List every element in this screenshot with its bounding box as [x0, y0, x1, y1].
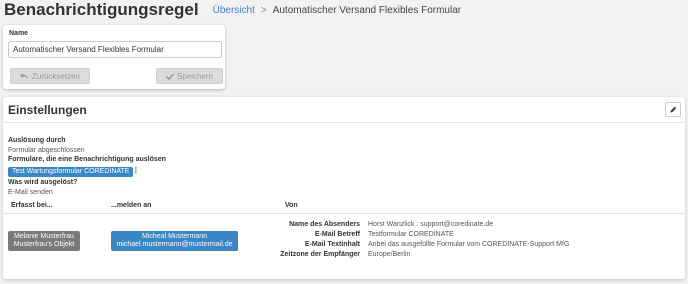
name-input[interactable] — [8, 41, 222, 58]
name-card: Name Zurücksetzen Speichern — [3, 25, 225, 89]
reset-button[interactable]: Zurücksetzen — [10, 68, 90, 84]
page-title: Benachrichtigungsregel — [4, 0, 199, 19]
breadcrumb-current: Automatischer Versand Flexibles Formular — [272, 4, 462, 16]
action-label: Was wird ausgelöst? — [8, 179, 78, 186]
detail-key-body: E-Mail Textinhalt — [304, 241, 360, 248]
settings-title: Einstellungen — [8, 103, 87, 117]
settings-panel: Einstellungen Auslösung durch Formular a… — [3, 97, 685, 279]
recorded-by-object: Musterfrau's Objekt — [13, 241, 75, 248]
trigger-label: Auslösung durch — [8, 137, 66, 144]
notify-chip[interactable]: Micheal Mustermann michael.mustermann@mu… — [111, 231, 238, 251]
page-header: Benachrichtigungsregel Übersicht > Autom… — [4, 0, 461, 20]
edit-button[interactable] — [665, 102, 681, 117]
text-cursor: | — [135, 167, 137, 174]
detail-value-subject: Testformular COREDINATE — [368, 231, 454, 238]
detail-key-sender: Name des Absenders — [289, 221, 360, 228]
recorded-by-chip[interactable]: Melanie Musterfrau Musterfrau's Objekt — [8, 231, 80, 251]
recorded-by-name: Melanie Musterfrau — [14, 233, 74, 240]
breadcrumb-overview-link[interactable]: Übersicht — [213, 5, 255, 16]
pencil-icon — [670, 106, 676, 113]
panel-divider — [3, 122, 685, 123]
column-header-notify: ...melden an — [111, 202, 152, 209]
reset-button-label: Zurücksetzen — [31, 71, 81, 81]
column-header-recorded-by: Erfasst bei... — [11, 202, 53, 209]
undo-arrow-icon — [19, 72, 28, 79]
breadcrumb-separator: > — [260, 4, 267, 16]
checkmark-icon — [165, 72, 174, 80]
forms-label: Formulare, die eine Benachrichtigung aus… — [8, 156, 166, 163]
detail-value-timezone: Europe/Berlin — [368, 251, 411, 258]
detail-value-sender: Horst Wanzlick : support@coredinate.de — [368, 221, 494, 228]
notify-email: michael.mustermann@mustermail.de — [116, 241, 233, 248]
form-chip[interactable]: Test Wartungsformular COREDINATE — [8, 167, 133, 177]
save-button-label: Speichern — [176, 71, 214, 81]
name-label: Name — [9, 30, 29, 37]
trigger-value: Formular abgeschlossen — [8, 147, 85, 154]
table-separator — [3, 213, 685, 214]
detail-key-timezone: Zeitzone der Empfänger — [280, 251, 360, 258]
action-value: E-Mail senden — [8, 189, 53, 196]
column-header-from: Von — [285, 202, 298, 209]
detail-value-body: Anbei das ausgefüllte Formular vom CORED… — [368, 241, 570, 248]
notify-name: Micheal Mustermann — [142, 233, 207, 240]
detail-key-subject: E-Mail Betreff — [314, 231, 360, 238]
save-button[interactable]: Speichern — [156, 68, 223, 84]
breadcrumb: Übersicht > Automatischer Versand Flexib… — [213, 5, 462, 16]
